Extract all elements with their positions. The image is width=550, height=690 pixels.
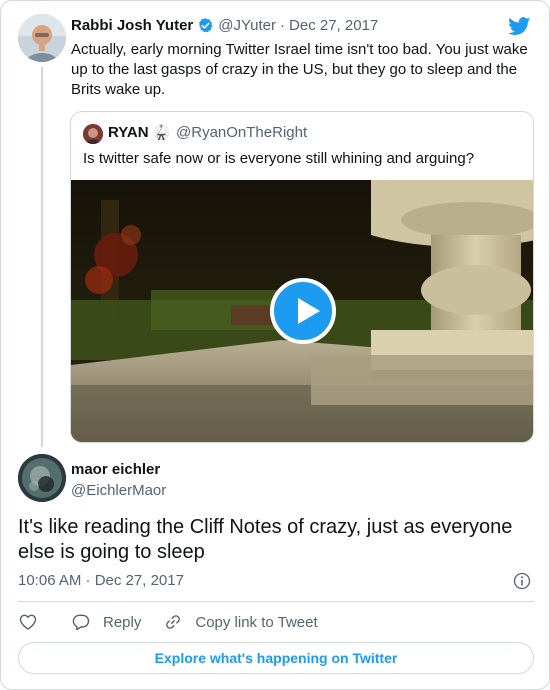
reply-author-handle[interactable]: @EichlerMaor: [71, 482, 166, 499]
tweet-date[interactable]: Dec 27, 2017: [289, 17, 378, 34]
reply-text: It's like reading the Cliff Notes of cra…: [18, 516, 513, 563]
reply-button[interactable]: Reply: [71, 612, 141, 632]
divider: [18, 601, 534, 602]
like-button[interactable]: [18, 612, 38, 632]
play-button[interactable]: [270, 278, 336, 344]
heart-icon: [19, 614, 37, 630]
tweet-text: Actually, early morning Twitter Israel t…: [71, 41, 528, 98]
thread-connector: [41, 67, 43, 447]
info-icon[interactable]: [512, 571, 532, 591]
explore-button[interactable]: Explore what's happening on Twitter: [18, 642, 534, 674]
reply-label: Reply: [103, 613, 142, 631]
quoted-author-handle: @RyanOnTheRight: [176, 124, 308, 141]
quoted-author-name: RYAN: [108, 124, 149, 141]
twitter-bird-icon[interactable]: [507, 15, 532, 37]
author-name[interactable]: Rabbi Josh Yuter: [71, 17, 193, 34]
quoted-author-row: RYAN 🥋 @RyanOnTheRight: [108, 124, 307, 141]
action-bar: Reply Copy link to Tweet: [18, 611, 318, 633]
author-row: Rabbi Josh Yuter @JYuter · Dec 27, 2017: [71, 17, 378, 34]
copy-link-label: Copy link to Tweet: [195, 613, 318, 631]
author-handle[interactable]: @JYuter: [218, 17, 276, 34]
embedded-tweet-card: Rabbi Josh Yuter @JYuter · Dec 27, 2017 …: [0, 0, 550, 690]
avatar[interactable]: [18, 454, 66, 502]
reply-bubble-icon: [72, 614, 90, 631]
link-icon: [166, 615, 181, 629]
video-thumbnail[interactable]: [71, 180, 533, 442]
reply-timestamp[interactable]: 10:06 AM · Dec 27, 2017: [18, 572, 184, 589]
quoted-avatar: [83, 124, 103, 144]
quoted-tweet[interactable]: RYAN 🥋 @RyanOnTheRight Is twitter safe n…: [70, 111, 534, 443]
martial-arts-uniform-icon: 🥋: [152, 124, 171, 140]
verified-badge-icon: [199, 18, 213, 33]
separator-dot: ·: [280, 17, 286, 34]
quoted-text: Is twitter safe now or is everyone still…: [83, 150, 475, 167]
reply-author-name[interactable]: maor eichler: [71, 461, 160, 478]
copy-link-button[interactable]: Copy link to Tweet: [163, 612, 318, 632]
avatar[interactable]: [18, 14, 66, 62]
